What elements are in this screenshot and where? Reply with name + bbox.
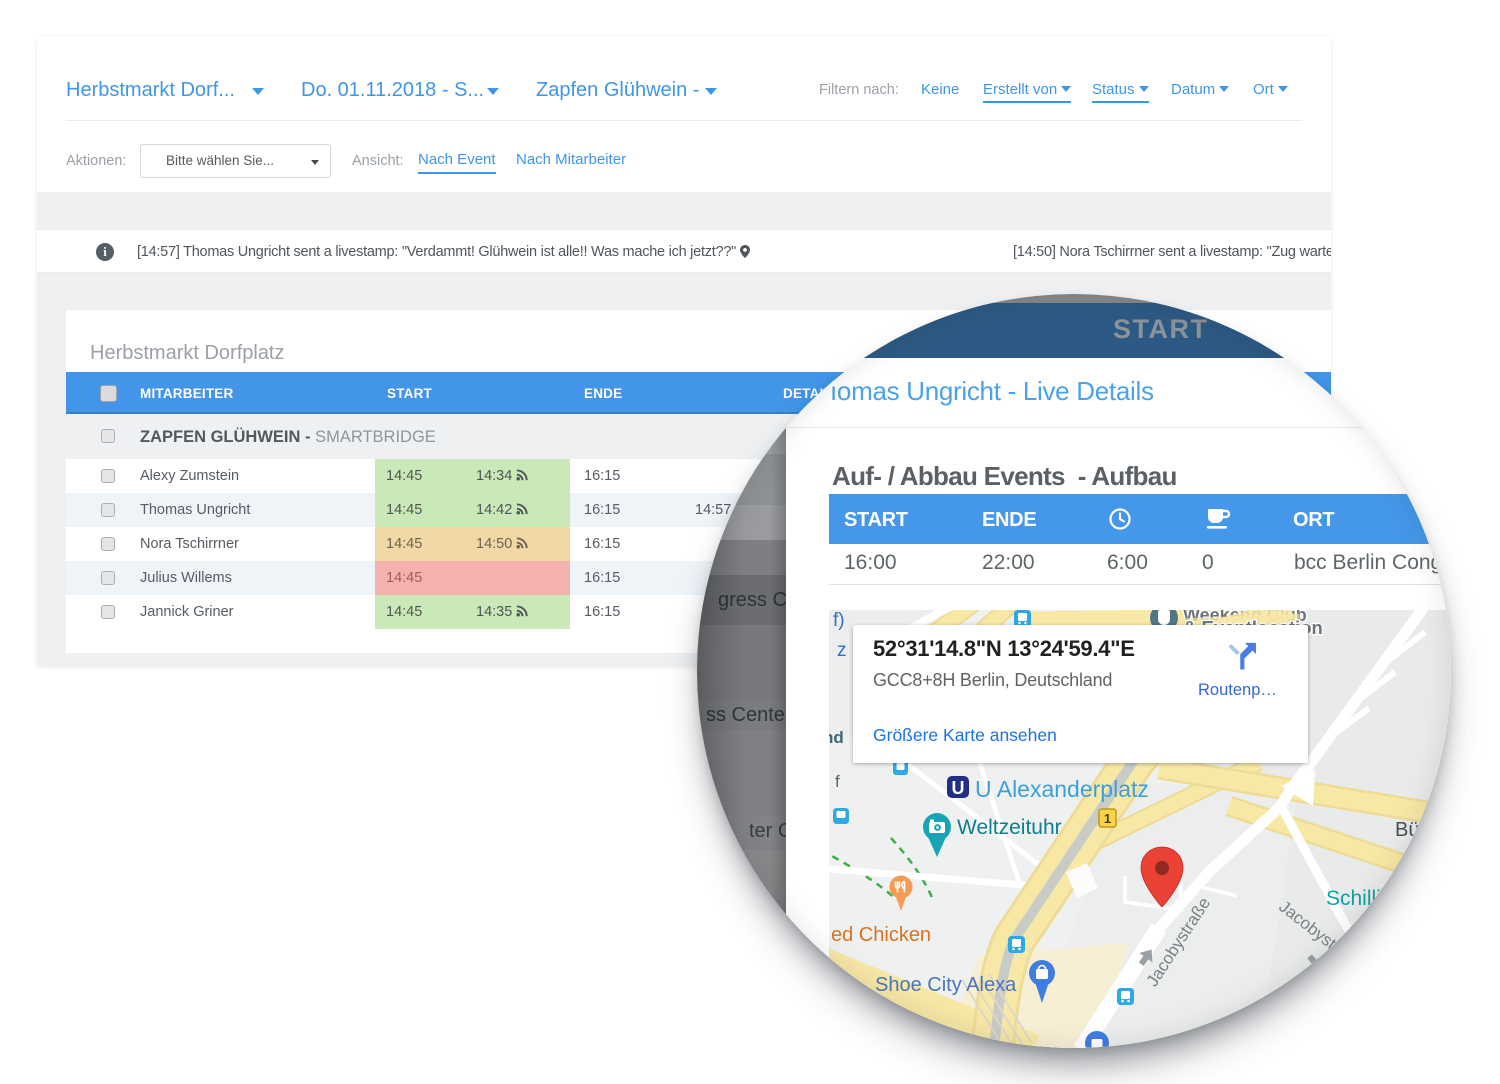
svg-text:U Alexanderplatz: U Alexanderplatz [975, 776, 1149, 802]
svg-text:Schillingstr.: Schillingstr. [1326, 887, 1432, 910]
svg-text:U: U [952, 778, 965, 798]
svg-text:ed Chicken: ed Chicken [831, 924, 931, 946]
svg-text:z: z [837, 640, 847, 661]
svg-text:f: f [835, 772, 840, 791]
svg-text:1: 1 [1104, 811, 1111, 826]
svg-text:f): f) [833, 610, 845, 631]
svg-text:Weltzeituhr: Weltzeituhr [957, 816, 1062, 839]
svg-text:nd: nd [829, 728, 844, 747]
svg-text:Shoe City Alexa: Shoe City Alexa [875, 974, 1017, 996]
svg-text:Büro: Büro [1395, 819, 1437, 841]
